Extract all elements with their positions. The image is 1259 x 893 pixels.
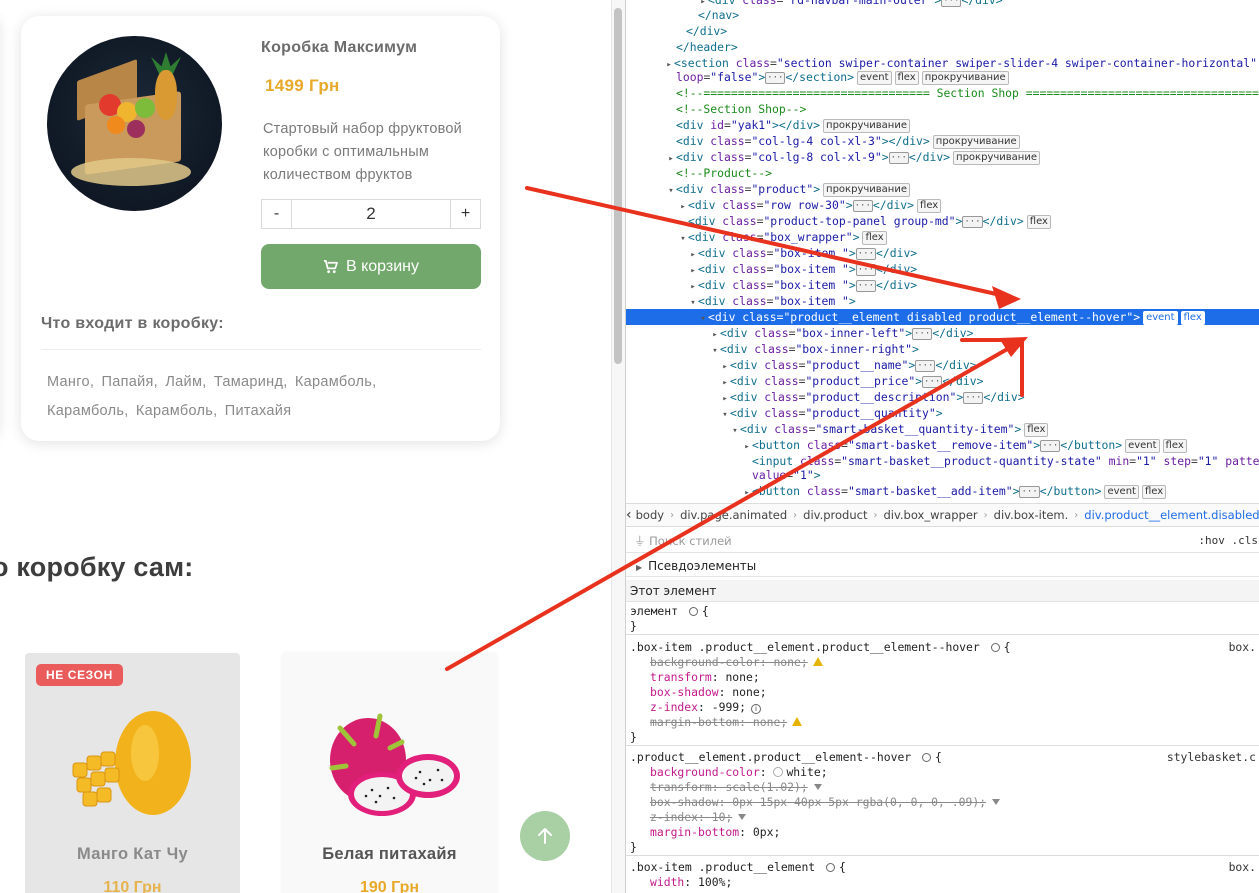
fruit-list-item: Тамаринд, (213, 374, 288, 390)
fruit-card[interactable]: Белая питахайя 190 Грн (282, 653, 497, 893)
dom-node[interactable]: ▸ <button class="smart-basket__remove-ite… (626, 437, 1259, 453)
dom-tree[interactable]: ▸ <div class="rd-navbar-main-outer"> ··· </… (626, 0, 1259, 500)
dom-node[interactable]: </nav> (626, 7, 1259, 23)
quantity-minus-button[interactable]: - (262, 200, 292, 228)
dom-node[interactable]: ▸ <div class="product__price"> ··· </div> (626, 373, 1259, 389)
breadcrumb: ‹ body › div.page.animated › div.product › … (626, 503, 1259, 527)
cart-icon (323, 260, 338, 274)
quantity-stepper: - 2 + (261, 199, 481, 229)
fruit-card-price: 110 Грн (103, 879, 162, 893)
includes-title: Что входит в коробку: (41, 315, 224, 332)
section-heading: о коробку сам: (0, 552, 194, 582)
fruit-list-item: Манго, (47, 374, 95, 390)
divider (41, 349, 481, 350)
devtools-panel: ▸ <div class="rd-navbar-main-outer"> ··· </… (625, 0, 1259, 893)
dom-node[interactable]: ▸ <div class="box-item "> ··· </div> (626, 245, 1259, 261)
dom-node[interactable]: ▸ <div class="product-top-panel group-md"… (626, 213, 1259, 229)
breadcrumb-item[interactable]: div.box_wrapper (879, 508, 981, 522)
dom-node[interactable]: ▾ <div class="smart-basket__quantity-item… (626, 421, 1259, 437)
fruit-card-price: 190 Грн (359, 879, 420, 893)
breadcrumb-item[interactable]: body (632, 508, 668, 522)
triangle-right-icon: ▶ (636, 563, 643, 572)
page-scrollbar-thumb[interactable] (614, 8, 622, 364)
fruit-list-item: Карамболь, (135, 403, 218, 419)
dom-node[interactable]: <!--================================= Se… (626, 85, 1259, 101)
fruit-list-item: Лайм, (165, 374, 207, 390)
dom-node[interactable]: value="1"> (626, 467, 1259, 483)
dom-node[interactable]: <!--Section Shop--> (626, 101, 1259, 117)
dom-node[interactable]: ▸ <button class="smart-basket__add-item">… (626, 483, 1259, 499)
dom-node[interactable]: ▸ <div class="box-inner-left"> ··· </div> (626, 325, 1259, 341)
fruit-list-item: Карамболь, (47, 403, 129, 419)
fruit-card[interactable]: НЕ СЕЗОН Манго Кат Чу 110 Грн (25, 653, 240, 893)
styles-filter: ⏚ Поиск стилей :hov .cls (626, 529, 1259, 553)
fruit-list-item: Питахайя (224, 403, 292, 419)
add-to-cart-button[interactable]: В корзину (261, 244, 481, 289)
web-page: Коробка Максимум 1499 Грн Стартовый набо… (0, 0, 611, 893)
quantity-input[interactable]: 2 (292, 200, 450, 228)
dom-node-selected[interactable]: ▾ <div class="product__element disabled p… (626, 309, 1259, 325)
dom-node[interactable]: ▸ <div class="product__name"> ··· </div> (626, 357, 1259, 373)
pseudo-elements-section[interactable]: ▶ Псевдоэлементы (626, 555, 1259, 577)
scroll-to-top-button[interactable] (520, 811, 570, 861)
dom-node[interactable]: <div class="col-lg-4 col-xl-3"></div> про… (626, 133, 1259, 149)
dom-node[interactable]: <!--Product--> (626, 165, 1259, 181)
dom-node[interactable]: ▸ <div class="row row-30"> ··· </div> flex (626, 197, 1259, 213)
out-of-season-badge: НЕ СЕЗОН (36, 664, 123, 686)
fruit-card-title: Белая питахайя (322, 845, 457, 863)
dom-node[interactable]: </div> (626, 23, 1259, 39)
funnel-icon: ⏚ (634, 533, 646, 548)
arrow-up-icon (538, 828, 552, 844)
dom-node[interactable]: ▾ <div class="box-item "> (626, 293, 1259, 309)
dom-node[interactable]: ▸ <div class="product__description"> ··· </… (626, 389, 1259, 405)
styles-filter-input[interactable]: ⏚ Поиск стилей (626, 533, 732, 549)
fruit-list-item: Папайя, (101, 374, 159, 390)
css-rule[interactable]: .box-item .product__element {box. width:… (626, 860, 1259, 890)
dom-node[interactable]: ▾ <div class="product__quantity"> (626, 405, 1259, 421)
box-product-image (47, 36, 222, 211)
css-rule[interactable]: .box-item .product__element.product__ele… (626, 640, 1259, 746)
mango-image (72, 711, 191, 815)
breadcrumb-item[interactable]: div.page.animated (676, 508, 791, 522)
product-price: 1499 Грн (265, 76, 340, 95)
hov-cls-toggles[interactable]: :hov .cls (1198, 534, 1258, 547)
fruit-list: Манго, Папайя, Лайм, Тамаринд, Карамболь… (47, 368, 487, 426)
dom-node[interactable]: </header> (626, 39, 1259, 55)
product-description: Стартовый набор фруктовой коробки с опти… (263, 121, 462, 183)
box-product-card: Коробка Максимум 1499 Грн Стартовый набо… (21, 16, 500, 441)
dom-node[interactable]: ▾ <div class="box-inner-right"> (626, 341, 1259, 357)
dom-node[interactable]: ▾ <div class="box_wrapper"> flex (626, 229, 1259, 245)
pitaya-image (329, 713, 460, 816)
product-name: Коробка Максимум (261, 39, 418, 56)
quantity-plus-button[interactable]: + (450, 200, 480, 228)
this-element-header: Этот элемент (626, 580, 1259, 602)
css-rule[interactable]: .product__element.product__element--hove… (626, 750, 1259, 856)
css-rule[interactable]: элемент { } (626, 604, 1259, 635)
dom-node[interactable]: loop="false"> ··· </section> event flex прокр… (626, 69, 1259, 85)
breadcrumb-item[interactable]: div.box-item. (990, 508, 1073, 522)
add-to-cart-label: В корзину (345, 257, 420, 275)
dom-node[interactable]: ▸ <div class="box-item "> ··· </div> (626, 261, 1259, 277)
breadcrumb-item[interactable]: div.product (799, 508, 871, 522)
fruit-card-title: Манго Кат Чу (77, 845, 188, 863)
dom-node[interactable]: ▾ <div class="product"> прокручивание (626, 181, 1259, 197)
dom-node[interactable]: ▸ <div class="col-lg-8 col-xl-9"> ··· </div… (626, 149, 1259, 165)
breadcrumb-item-active[interactable]: div.product__element.disabled.product__e… (1080, 508, 1259, 522)
dom-node[interactable]: ▸ <div class="box-item "> ··· </div> (626, 277, 1259, 293)
fruit-list-item: Карамболь, (294, 374, 377, 390)
dom-node[interactable]: <div id="yak1"></div> прокручивание (626, 117, 1259, 133)
